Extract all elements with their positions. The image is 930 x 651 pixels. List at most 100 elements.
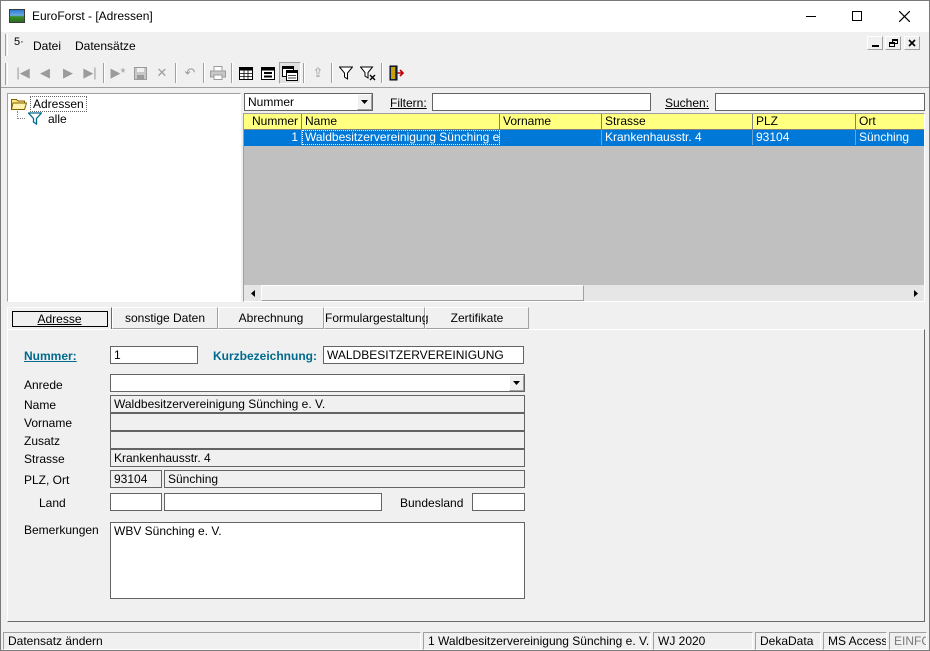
filter-label: Filtern: [390,96,427,110]
menu-datensaetze[interactable]: Datensätze [75,39,136,53]
sort-dropdown-button[interactable] [357,94,372,110]
col-header-nummer[interactable]: Nummer [244,114,302,129]
grid-horizontal-scrollbar[interactable] [244,285,924,301]
col-header-ort[interactable]: Ort [856,114,924,129]
split-view-button[interactable] [279,62,301,84]
close-icon [899,10,910,22]
cell-strasse: Krankenhausstr. 4 [602,130,753,145]
land-code-field[interactable] [110,493,162,511]
status-db: MS Access [823,632,887,650]
strasse-field[interactable]: Krankenhausstr. 4 [110,449,525,467]
scroll-right-button[interactable] [907,285,924,301]
delete-button[interactable]: ✕ [151,62,173,84]
chevron-right-icon [913,289,918,297]
next-record-button[interactable]: ▶ [57,62,79,84]
folder-icon [11,99,27,110]
clear-filter-button[interactable] [357,62,379,84]
bemerkungen-textarea[interactable]: WBV Sünching e. V. [110,522,525,599]
table-view-button[interactable] [235,62,257,84]
save-button[interactable] [129,62,151,84]
sort-select-value: Nummer [248,95,295,109]
save-icon [133,66,147,80]
col-header-strasse[interactable]: Strasse [602,114,753,129]
status-record: 1 Waldbesitzervereinigung Sünching e. V. [423,632,651,650]
land-field[interactable] [164,493,382,511]
tab-abrechnung[interactable]: Abrechnung [218,307,324,329]
maximize-button[interactable] [834,1,880,31]
maximize-icon [852,11,862,21]
form-icon [261,66,275,80]
table-row[interactable]: 1 Waldbesitzervereinigung Sünching e. V.… [244,130,924,146]
col-header-vorname[interactable]: Vorname [500,114,602,129]
nummer-field[interactable]: 1 [110,346,198,364]
address-form-panel: Nummer: 1 Kurzbezeichnung: WALDBESITZERV… [7,329,925,622]
status-vendor: DekaData [755,632,821,650]
name-field[interactable]: Waldbesitzervereinigung Sünching e. V. [110,395,525,413]
mdi-doc-icon: 5· [14,36,24,48]
menu-grip [5,34,8,56]
tree-pane: Adressen alle [7,93,241,302]
search-label: Suchen: [665,96,710,110]
col-header-name[interactable]: Name [302,114,500,129]
export-button[interactable]: ⇪ [307,62,329,84]
new-record-button[interactable]: ▶* [107,62,129,84]
tree-node-adressen[interactable]: Adressen [11,95,87,112]
cell-vorname [500,130,602,145]
tree-node-alle[interactable]: alle [28,111,67,126]
status-mode: EINFG [889,632,927,650]
scroll-left-button[interactable] [244,285,261,301]
close-button[interactable] [880,1,929,31]
strasse-label: Strasse [24,452,65,466]
last-record-button[interactable]: ▶| [79,62,101,84]
mdi-close-button[interactable] [904,36,920,50]
mdi-minimize-button[interactable] [867,36,883,50]
tab-zertifikate[interactable]: Zertifikate [425,307,529,329]
bemerkungen-label: Bemerkungen [24,523,99,537]
table-icon [239,66,253,80]
tab-strip: Adresse sonstige Daten Abrechnung Formul… [7,307,925,330]
form-view-button[interactable] [257,62,279,84]
tab-formulargestaltung[interactable]: Formulargestaltung [324,307,428,329]
filter-icon [339,66,353,80]
status-bar: Datensatz ändern 1 Waldbesitzervereinigu… [1,632,929,650]
status-year: WJ 2020 [653,632,753,650]
filter-input[interactable] [432,93,651,111]
minimize-button[interactable] [788,1,834,31]
ort-field[interactable]: Sünching [164,470,525,488]
plz-ort-label: PLZ, Ort [24,473,70,487]
menu-datei[interactable]: Datei [33,39,61,53]
bundesland-label: Bundesland [400,496,464,510]
zusatz-field[interactable] [110,431,525,449]
search-input[interactable] [715,93,925,111]
filter-icon [28,112,42,125]
print-button[interactable] [207,62,229,84]
vorname-field[interactable] [110,413,525,431]
nummer-label: Nummer: [24,349,77,363]
mdi-restore-button[interactable] [885,36,901,50]
prev-record-button[interactable]: ◀ [34,62,56,84]
col-header-plz[interactable]: PLZ [753,114,856,129]
close-icon [908,39,916,47]
chevron-down-icon [361,100,368,104]
kurzbezeichnung-field[interactable]: WALDBESITZERVEREINIGUNG [323,346,524,364]
exit-button[interactable] [385,62,407,84]
undo-button[interactable]: ↶ [179,62,201,84]
tree-label-adressen: Adressen [30,95,87,112]
kurzbezeichnung-label: Kurzbezeichnung: [213,349,317,363]
cell-plz: 93104 [753,130,856,145]
printer-icon [210,66,226,80]
anrede-dropdown-button[interactable] [509,375,524,391]
bundesland-field[interactable] [472,493,525,511]
filter-button[interactable] [335,62,357,84]
first-record-button[interactable]: |◀ [12,62,34,84]
tab-sonstige-daten[interactable]: sonstige Daten [112,307,218,329]
scroll-thumb[interactable] [261,285,584,301]
anrede-label: Anrede [24,378,63,392]
toolbar: |◀ ◀ ▶ ▶| ▶* ✕ ↶ ⇪ [1,62,929,86]
tab-adresse[interactable]: Adresse [7,307,112,330]
title-bar: EuroForst - [Adressen] [1,1,929,32]
anrede-select[interactable] [110,374,525,392]
vorname-label: Vorname [24,416,73,430]
sort-select[interactable]: Nummer [244,93,373,111]
plz-field[interactable]: 93104 [110,470,162,488]
